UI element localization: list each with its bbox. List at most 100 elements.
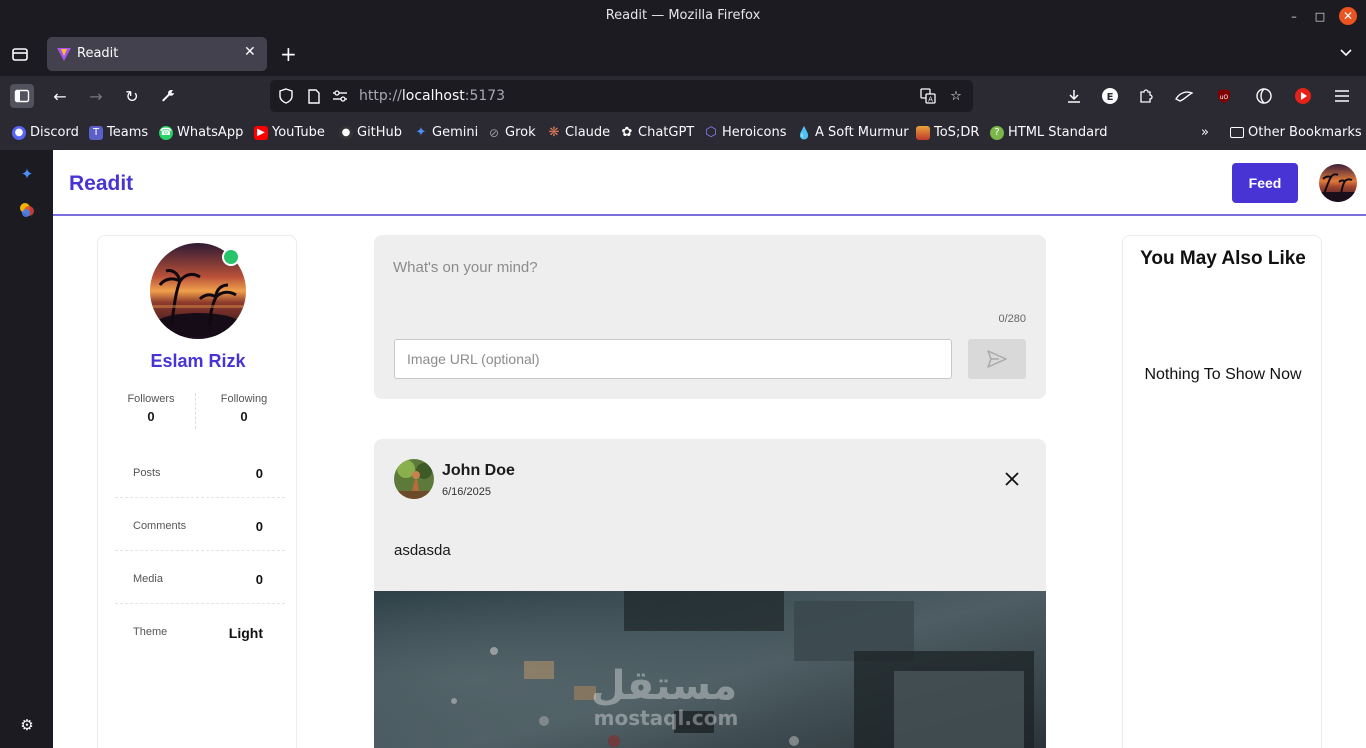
tab-bar: Readit ✕ +: [0, 32, 1366, 76]
svg-text:E: E: [1107, 92, 1114, 103]
bookmark-heroicons[interactable]: ⬡ Heroicons: [704, 125, 786, 140]
whatsapp-icon: ☎: [159, 125, 173, 140]
feed-button[interactable]: Feed: [1232, 163, 1298, 203]
bookmark-chatgpt[interactable]: ✿ ChatGPT: [620, 125, 695, 140]
bookmark-a-soft-murmur[interactable]: 💧 A Soft Murmur: [797, 125, 909, 140]
youtube-extension-icon[interactable]: [1291, 84, 1315, 108]
bookmark-label: WhatsApp: [177, 125, 244, 140]
bookmark-label: Gemini: [432, 125, 479, 140]
menu-icon[interactable]: [1330, 84, 1354, 108]
discord-icon: ●: [12, 125, 26, 140]
page-icon[interactable]: [306, 88, 322, 104]
post-composer: What's on your mind? 0/280 Image URL (op…: [374, 235, 1046, 399]
page-viewport: Readit Feed Eslam Rizk Followers 0 Follo…: [53, 150, 1366, 748]
send-button[interactable]: [968, 339, 1026, 379]
bookmark-discord[interactable]: ● Discord: [12, 125, 79, 140]
bookmark-html-standard[interactable]: ? HTML Standard: [990, 125, 1107, 140]
post-card: John Doe 6/16/2025 asdasda مستقل mostaql…: [374, 439, 1046, 748]
bookmark-whatsapp[interactable]: ☎ WhatsApp: [159, 125, 243, 140]
bookmark-label: A Soft Murmur: [815, 125, 909, 140]
extension-e-icon[interactable]: E: [1098, 84, 1122, 108]
navigation-toolbar: ← → ↻ http://localhost:5173 A ☆ E uO: [0, 76, 1366, 116]
extensions-puzzle-icon[interactable]: [1134, 84, 1158, 108]
close-tab-icon[interactable]: ✕: [244, 44, 256, 60]
media-row: Media 0: [115, 551, 285, 604]
minimize-icon[interactable]: –: [1285, 7, 1303, 25]
online-status-indicator: [222, 248, 240, 266]
close-window-icon[interactable]: ✕: [1339, 7, 1357, 25]
permissions-icon[interactable]: [332, 88, 348, 104]
tosdr-icon: [916, 125, 930, 140]
claude-icon: ❋: [548, 125, 560, 140]
maximize-icon[interactable]: □: [1311, 7, 1329, 25]
bookmark-star-icon[interactable]: ☆: [948, 88, 964, 104]
url-host: localhost: [401, 88, 465, 104]
youtube-icon: ▶: [254, 125, 268, 140]
wrench-icon[interactable]: [156, 84, 180, 108]
svg-text:uO: uO: [1220, 94, 1229, 101]
ublock-origin-icon[interactable]: uO: [1212, 84, 1236, 108]
shield-icon[interactable]: [278, 88, 294, 104]
post-author-avatar[interactable]: [394, 459, 434, 499]
media-count: 0: [255, 572, 263, 587]
svg-text:مستقل: مستقل: [591, 663, 737, 709]
bookmark-grok[interactable]: ⊘ Grok: [487, 125, 536, 140]
tab-readit[interactable]: Readit ✕: [47, 37, 267, 71]
sidebar-settings-gear-icon[interactable]: ⚙: [18, 716, 36, 734]
bookmark-youtube[interactable]: ▶ YouTube: [254, 125, 325, 140]
extension-bird-icon[interactable]: [1172, 84, 1196, 108]
bookmarks-overflow-icon[interactable]: »: [1201, 125, 1209, 140]
url-bar[interactable]: http://localhost:5173 A ☆: [270, 80, 973, 112]
post-image[interactable]: مستقل mostaql.com: [374, 591, 1046, 748]
back-icon[interactable]: ←: [48, 84, 72, 108]
extension-sidebar-icon[interactable]: [18, 201, 36, 219]
theme-toggle[interactable]: Light: [229, 625, 263, 641]
gemini-sidebar-icon[interactable]: ✦: [18, 165, 36, 183]
downloads-icon[interactable]: [1062, 84, 1086, 108]
sidebar-toggle-icon[interactable]: [10, 84, 34, 108]
following-stat[interactable]: Following 0: [194, 393, 294, 424]
image-url-input[interactable]: Image URL (optional): [394, 339, 952, 379]
new-tab-icon[interactable]: +: [280, 42, 297, 66]
chevron-down-icon[interactable]: [1338, 44, 1354, 60]
close-icon[interactable]: [1002, 469, 1022, 489]
post-author-name[interactable]: John Doe: [442, 462, 515, 480]
media-label: Media: [133, 573, 163, 585]
followers-count: 0: [147, 409, 155, 424]
window-titlebar: Readit — Mozilla Firefox – □ ✕: [0, 0, 1366, 32]
bookmark-label: Discord: [30, 125, 79, 140]
forward-icon[interactable]: →: [84, 84, 108, 108]
tab-label: Readit: [77, 46, 119, 61]
theme-label: Theme: [133, 626, 168, 638]
other-bookmarks[interactable]: Other Bookmarks: [1230, 125, 1362, 140]
chatgpt-icon: ✿: [621, 125, 633, 140]
github-icon: ●: [339, 125, 353, 140]
profile-name[interactable]: Eslam Rizk: [98, 351, 298, 372]
url-text[interactable]: http://localhost:5173: [359, 88, 505, 104]
theme-row[interactable]: Theme Light: [115, 604, 285, 657]
tab-list-icon[interactable]: [10, 44, 30, 64]
extension-globe-icon[interactable]: [1252, 84, 1276, 108]
url-scheme: http://: [359, 88, 402, 104]
bookmark-tosdr[interactable]: ToS;DR: [916, 125, 979, 140]
posts-label: Posts: [133, 467, 161, 479]
bookmark-teams[interactable]: T Teams: [89, 125, 148, 140]
brand-logo[interactable]: Readit: [69, 172, 133, 196]
bookmark-label: HTML Standard: [1008, 125, 1108, 140]
following-count: 0: [240, 409, 248, 424]
bookmark-label: ChatGPT: [638, 125, 695, 140]
comments-row: Comments 0: [115, 498, 285, 551]
suggestions-panel: You May Also Like Nothing To Show Now: [1122, 235, 1322, 748]
bookmark-claude[interactable]: ❋ Claude: [547, 125, 611, 140]
translate-icon[interactable]: A: [920, 88, 936, 104]
character-counter: 0/280: [998, 313, 1026, 325]
url-port: :5173: [464, 88, 506, 104]
avatar[interactable]: [1319, 164, 1357, 202]
profile-card: Eslam Rizk Followers 0 Following 0 Posts…: [97, 235, 297, 748]
followers-stat[interactable]: Followers 0: [101, 393, 201, 424]
reload-icon[interactable]: ↻: [120, 84, 144, 108]
bookmark-github[interactable]: ● GitHub: [339, 125, 402, 140]
bookmark-gemini[interactable]: ✦ Gemini: [414, 125, 479, 140]
post-text-input[interactable]: What's on your mind?: [393, 259, 538, 276]
svg-text:A: A: [928, 96, 933, 104]
